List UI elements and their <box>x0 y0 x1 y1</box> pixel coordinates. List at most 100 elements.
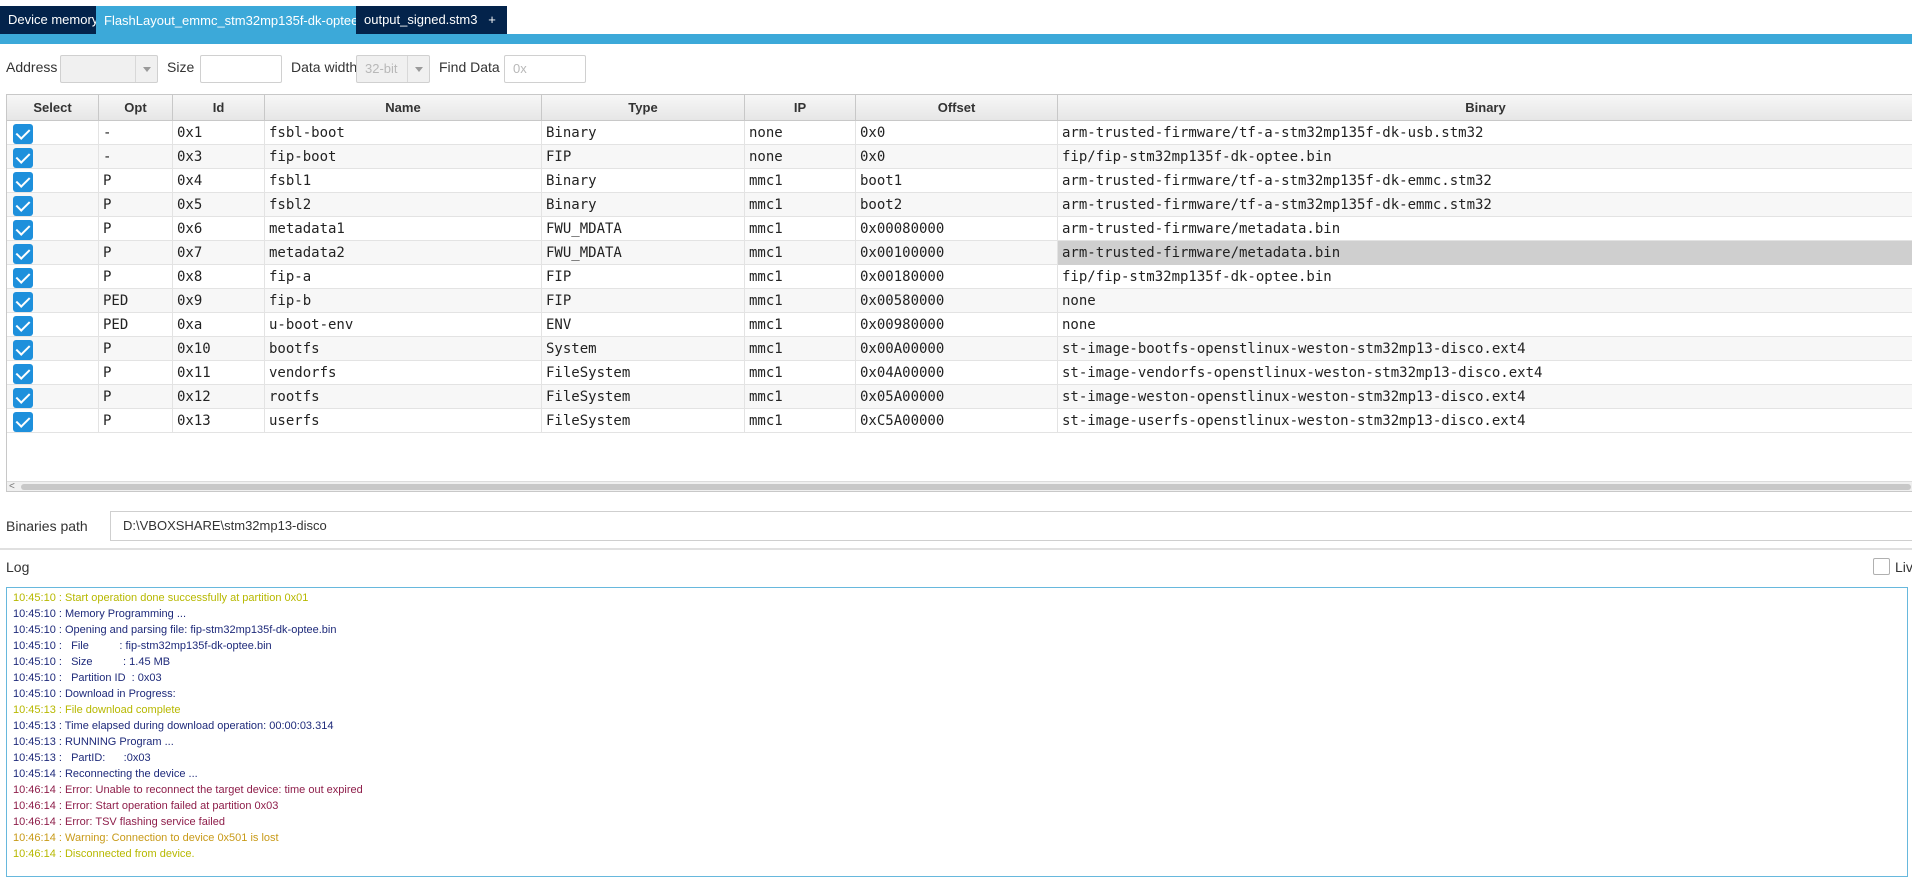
cell-binary[interactable]: none <box>1058 289 1912 313</box>
tab-device-memory[interactable]: Device memory <box>0 6 107 34</box>
live-checkbox[interactable] <box>1873 558 1890 575</box>
table-row[interactable]: P 0x10 bootfs System mmc1 0x00A00000 st-image-… <box>7 337 1912 361</box>
cell-offset[interactable]: boot1 <box>856 169 1058 193</box>
cell-opt[interactable]: P <box>99 193 173 217</box>
cell-select[interactable] <box>7 145 99 169</box>
cell-opt[interactable]: PED <box>99 313 173 337</box>
select-checkbox[interactable] <box>13 268 33 288</box>
cell-id[interactable]: 0x10 <box>173 337 265 361</box>
column-header-binary[interactable]: Binary <box>1058 95 1912 121</box>
cell-select[interactable] <box>7 289 99 313</box>
cell-binary[interactable]: arm-trusted-firmware/metadata.bin <box>1058 241 1912 265</box>
cell-binary[interactable]: fip/fip-stm32mp135f-dk-optee.bin <box>1058 145 1912 169</box>
cell-opt[interactable]: P <box>99 385 173 409</box>
chevron-down-icon[interactable] <box>407 56 429 82</box>
log-console[interactable]: 10:45:10 : Start operation done successf… <box>6 587 1908 877</box>
cell-select[interactable] <box>7 193 99 217</box>
select-checkbox[interactable] <box>13 148 33 168</box>
cell-name[interactable]: userfs <box>265 409 542 433</box>
cell-ip[interactable]: none <box>745 121 856 145</box>
cell-ip[interactable]: mmc1 <box>745 241 856 265</box>
cell-name[interactable]: fsbl-boot <box>265 121 542 145</box>
cell-name[interactable]: vendorfs <box>265 361 542 385</box>
cell-offset[interactable]: 0x0 <box>856 145 1058 169</box>
chevron-down-icon[interactable] <box>135 56 157 82</box>
cell-type[interactable]: FIP <box>542 145 745 169</box>
cell-offset[interactable]: 0x00180000 <box>856 265 1058 289</box>
cell-select[interactable] <box>7 241 99 265</box>
table-row[interactable]: P 0x13 userfs FileSystem mmc1 0xC5A00000 st-im… <box>7 409 1912 433</box>
cell-select[interactable] <box>7 169 99 193</box>
column-header-name[interactable]: Name <box>265 95 542 121</box>
table-row[interactable]: P 0x11 vendorfs FileSystem mmc1 0x04A00000 st-… <box>7 361 1912 385</box>
cell-opt[interactable]: P <box>99 169 173 193</box>
select-checkbox[interactable] <box>13 172 33 192</box>
cell-offset[interactable]: 0x05A00000 <box>856 385 1058 409</box>
cell-type[interactable]: FIP <box>542 289 745 313</box>
tab-flashlayout[interactable]: FlashLayout_emmc_stm32mp135f-dk-optee.ts… <box>96 6 398 34</box>
address-combo[interactable] <box>60 55 158 83</box>
table-row[interactable]: -0x1 fsbl-boot Binary none 0x0 arm-trusted-fi… <box>7 121 1912 145</box>
cell-opt[interactable]: P <box>99 409 173 433</box>
cell-opt[interactable]: PED <box>99 289 173 313</box>
cell-ip[interactable]: mmc1 <box>745 313 856 337</box>
cell-name[interactable]: metadata1 <box>265 217 542 241</box>
cell-select[interactable] <box>7 121 99 145</box>
cell-id[interactable]: 0x9 <box>173 289 265 313</box>
data-width-select[interactable]: 32-bit <box>356 55 430 83</box>
cell-name[interactable]: fip-boot <box>265 145 542 169</box>
cell-binary[interactable]: none <box>1058 313 1912 337</box>
cell-id[interactable]: 0x12 <box>173 385 265 409</box>
cell-opt[interactable]: P <box>99 217 173 241</box>
select-checkbox[interactable] <box>13 220 33 240</box>
scroll-left-icon[interactable]: < <box>9 481 15 491</box>
cell-offset[interactable]: 0x00980000 <box>856 313 1058 337</box>
cell-select[interactable] <box>7 409 99 433</box>
cell-type[interactable]: FWU_MDATA <box>542 241 745 265</box>
cell-select[interactable] <box>7 361 99 385</box>
select-checkbox[interactable] <box>13 196 33 216</box>
cell-type[interactable]: Binary <box>542 193 745 217</box>
cell-opt[interactable]: P <box>99 361 173 385</box>
cell-type[interactable]: FIP <box>542 265 745 289</box>
table-row[interactable]: PED 0xa u-boot-env ENV mmc1 0x00980000 none <box>7 313 1912 337</box>
cell-ip[interactable]: mmc1 <box>745 265 856 289</box>
cell-binary[interactable]: arm-trusted-firmware/tf-a-stm32mp135f-dk… <box>1058 193 1912 217</box>
cell-ip[interactable]: mmc1 <box>745 361 856 385</box>
cell-name[interactable]: fip-b <box>265 289 542 313</box>
cell-type[interactable]: Binary <box>542 121 745 145</box>
cell-id[interactable]: 0x4 <box>173 169 265 193</box>
cell-offset[interactable]: boot2 <box>856 193 1058 217</box>
add-tab-button[interactable]: + <box>477 6 507 34</box>
cell-name[interactable]: rootfs <box>265 385 542 409</box>
cell-id[interactable]: 0x5 <box>173 193 265 217</box>
cell-name[interactable]: bootfs <box>265 337 542 361</box>
cell-ip[interactable]: mmc1 <box>745 337 856 361</box>
find-data-input[interactable]: 0x <box>504 55 586 83</box>
cell-opt[interactable]: P <box>99 265 173 289</box>
cell-offset[interactable]: 0x00100000 <box>856 241 1058 265</box>
cell-type[interactable]: System <box>542 337 745 361</box>
column-header-select[interactable]: Select <box>7 95 99 121</box>
cell-ip[interactable]: mmc1 <box>745 217 856 241</box>
cell-offset[interactable]: 0x0 <box>856 121 1058 145</box>
select-checkbox[interactable] <box>13 364 33 384</box>
cell-ip[interactable]: mmc1 <box>745 169 856 193</box>
select-checkbox[interactable] <box>13 412 33 432</box>
cell-id[interactable]: 0x11 <box>173 361 265 385</box>
cell-type[interactable]: FileSystem <box>542 409 745 433</box>
cell-name[interactable]: fsbl2 <box>265 193 542 217</box>
cell-binary[interactable]: arm-trusted-firmware/metadata.bin <box>1058 217 1912 241</box>
tab-output-signed[interactable]: output_signed.stm32 <box>356 6 493 34</box>
table-row[interactable]: P 0x12 rootfs FileSystem mmc1 0x05A00000 st-im… <box>7 385 1912 409</box>
cell-offset[interactable]: 0x04A00000 <box>856 361 1058 385</box>
cell-name[interactable]: metadata2 <box>265 241 542 265</box>
cell-select[interactable] <box>7 265 99 289</box>
table-row[interactable]: P 0x5 fsbl2 Binary mmc1 boot2 arm-trusted-firm… <box>7 193 1912 217</box>
cell-id[interactable]: 0x1 <box>173 121 265 145</box>
cell-ip[interactable]: mmc1 <box>745 289 856 313</box>
size-input[interactable] <box>200 55 282 83</box>
cell-opt[interactable]: P <box>99 337 173 361</box>
cell-binary[interactable]: st-image-vendorfs-openstlinux-weston-stm… <box>1058 361 1912 385</box>
horizontal-scrollbar[interactable]: < <box>7 481 1912 491</box>
